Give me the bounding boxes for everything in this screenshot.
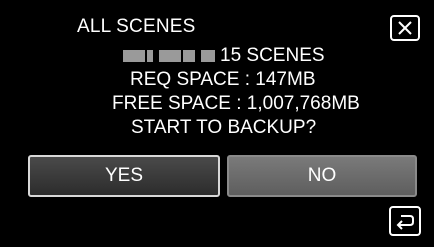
yes-button[interactable]: YES bbox=[28, 155, 220, 197]
backup-prompt: START TO BACKUP? bbox=[131, 117, 317, 138]
backup-dialog: ALL SCENES 15 SCENES REQ SPACE : 147MB F… bbox=[0, 0, 434, 247]
free-space: FREE SPACE : 1,007,768MB bbox=[112, 93, 360, 114]
redacted-date bbox=[123, 50, 215, 62]
dialog-title: ALL SCENES bbox=[77, 16, 196, 37]
back-button[interactable] bbox=[389, 206, 421, 236]
required-space: REQ SPACE : 147MB bbox=[130, 69, 316, 90]
no-button-label: NO bbox=[307, 165, 337, 186]
yes-button-label: YES bbox=[104, 165, 144, 186]
close-icon bbox=[398, 21, 412, 35]
close-button[interactable] bbox=[390, 15, 420, 41]
scene-count-row: 15 SCENES bbox=[123, 45, 325, 67]
scene-count: 15 SCENES bbox=[220, 45, 325, 66]
no-button[interactable]: NO bbox=[227, 155, 417, 197]
return-arrow-icon bbox=[396, 215, 414, 230]
